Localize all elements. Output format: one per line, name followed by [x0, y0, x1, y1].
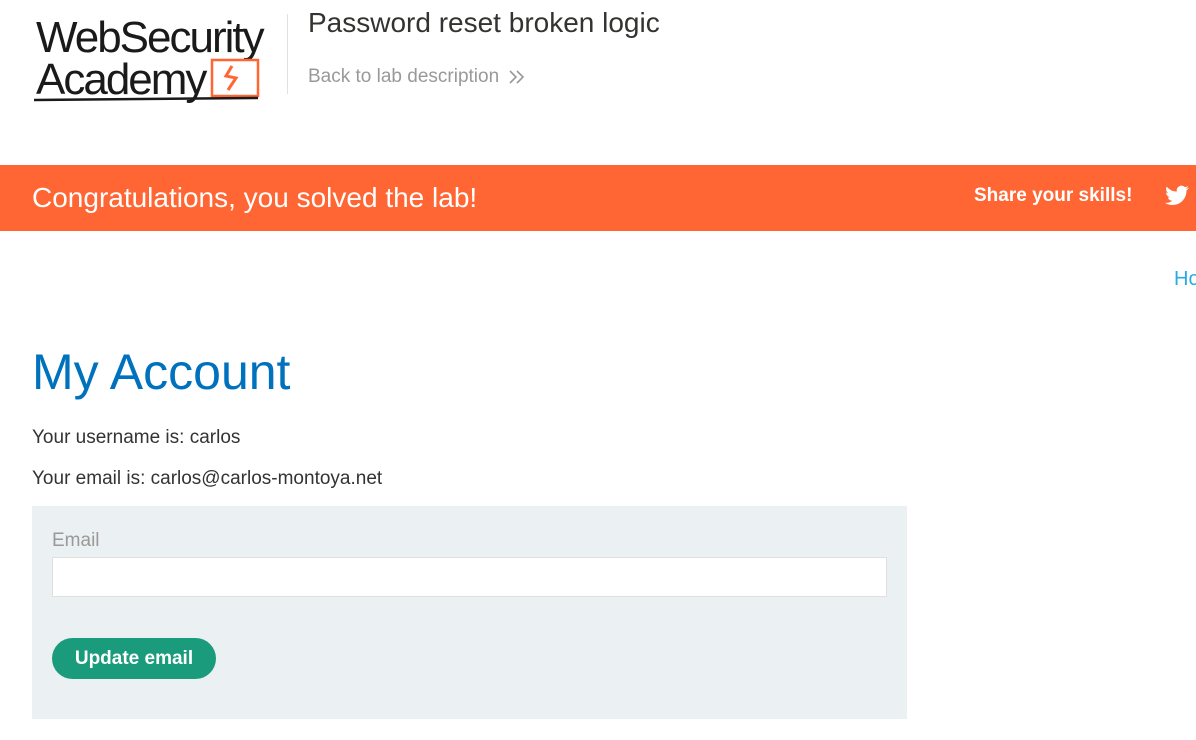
svg-text:Academy: Academy [36, 55, 207, 104]
change-email-form: Email Update email [32, 506, 907, 719]
double-chevron-right-icon [509, 70, 525, 84]
logo-graphic: WebSecurity Academy [34, 13, 267, 104]
email-text: Your email is: carlos@carlos-montoya.net [32, 468, 383, 489]
back-to-lab-description-link[interactable]: Back to lab description [308, 66, 527, 88]
home-nav-link[interactable]: Ho [1174, 268, 1196, 291]
banner-message: Congratulations, you solved the lab! [32, 182, 478, 213]
web-security-academy-logo[interactable]: WebSecurity Academy [34, 12, 284, 104]
lab-title: Password reset broken logic [308, 7, 660, 38]
update-email-button[interactable]: Update email [52, 638, 216, 679]
twitter-icon [1165, 185, 1189, 205]
username-text: Your username is: carlos [32, 427, 241, 448]
header-divider [287, 14, 288, 94]
page-title: My Account [32, 344, 291, 400]
email-field-label: Email [52, 530, 100, 551]
share-skills-label: Share your skills! [974, 185, 1133, 206]
email-field[interactable] [52, 557, 887, 597]
twitter-share-link[interactable] [1164, 183, 1190, 209]
back-link-label: Back to lab description [308, 66, 500, 87]
